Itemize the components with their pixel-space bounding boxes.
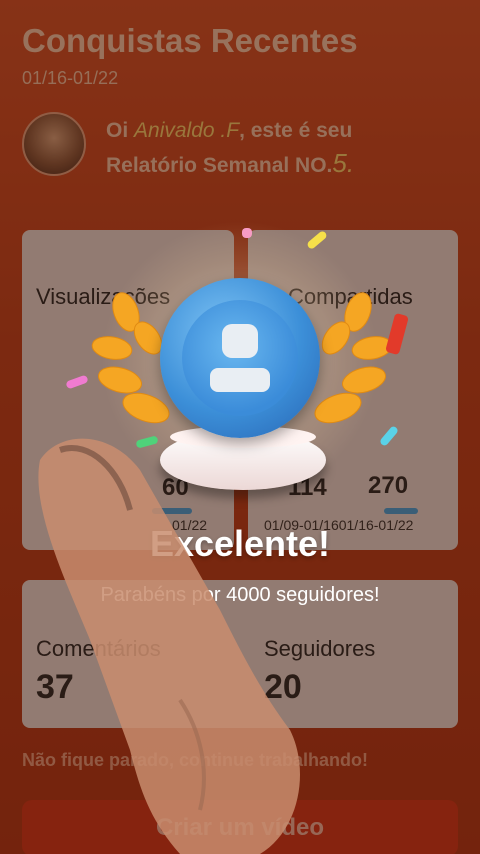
confetti-icon — [242, 228, 252, 238]
hand-pointer-icon — [38, 438, 300, 854]
user-icon — [210, 324, 270, 392]
achievement-badge — [160, 278, 320, 438]
